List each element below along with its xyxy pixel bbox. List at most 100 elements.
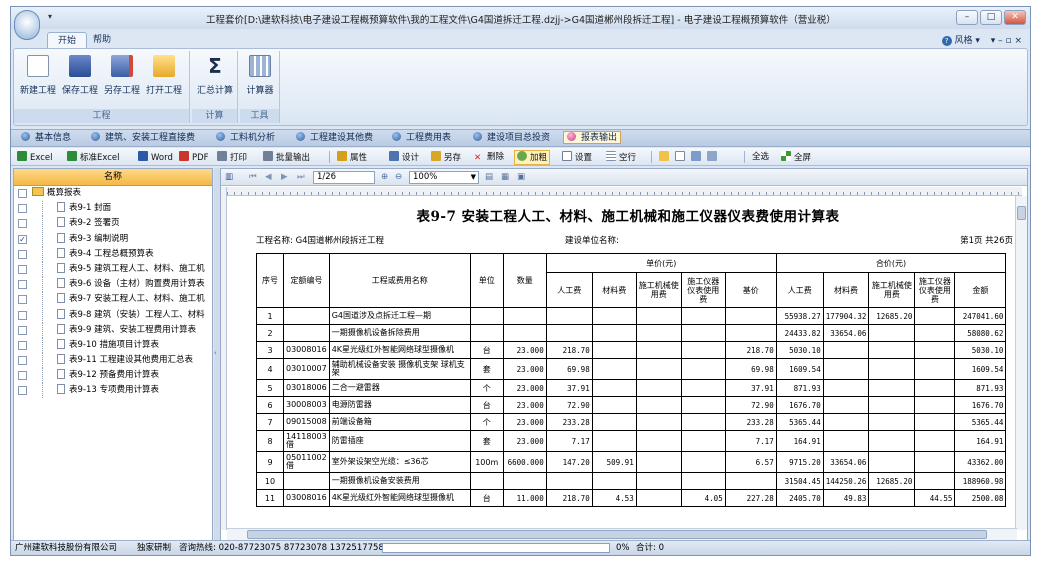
table-cell: 871.93: [775, 379, 824, 397]
new-project-button[interactable]: 新建工程: [18, 55, 58, 96]
checkbox[interactable]: [18, 264, 27, 274]
checkbox[interactable]: ✓: [18, 234, 27, 244]
col-header-base: 基价: [724, 272, 777, 308]
delete-button[interactable]: ✕ 删除: [474, 151, 504, 163]
settings-button[interactable]: 设置: [562, 151, 592, 164]
tab-help[interactable]: 帮助: [83, 32, 121, 49]
scroll-thumb[interactable]: [1017, 206, 1026, 220]
export-pdf-button[interactable]: PDF: [179, 151, 209, 164]
folder-icon: [659, 151, 669, 161]
fullscreen-button[interactable]: 全屏: [781, 151, 811, 164]
save-project-button[interactable]: 保存工程: [60, 55, 100, 96]
checkbox[interactable]: [18, 295, 27, 305]
tree-item[interactable]: 表9-6 设备（主材）购置费用计算表: [14, 277, 212, 293]
tree-root[interactable]: 概算报表: [14, 186, 212, 201]
blank-row-button[interactable]: 空行: [606, 151, 636, 164]
export-word-button[interactable]: Word: [138, 151, 173, 164]
save-as-report-button[interactable]: 另存: [431, 151, 461, 164]
next-page-icon[interactable]: ▶: [281, 171, 288, 183]
zoom-select[interactable]: 100% ▼: [409, 171, 479, 184]
vertical-scrollbar[interactable]: [1015, 196, 1027, 530]
close-button[interactable]: ✕: [1004, 10, 1026, 25]
open-folder-button[interactable]: [659, 151, 672, 164]
tree-item[interactable]: 表9-13 专项费用计算表: [14, 383, 212, 399]
nav-basic-info[interactable]: 基本信息: [21, 132, 71, 145]
checkbox[interactable]: [18, 340, 27, 350]
report-toolbar: Excel 标准Excel Word PDF 打印 批量输出 属性 设计 另存 …: [11, 148, 1030, 166]
horizontal-scrollbar[interactable]: [227, 528, 1017, 540]
properties-button[interactable]: 属性: [337, 151, 367, 164]
export-image-button[interactable]: [707, 151, 720, 164]
select-all-button[interactable]: 全选: [752, 151, 769, 163]
tab-start[interactable]: 开始: [47, 32, 88, 49]
new-page-button[interactable]: [675, 151, 688, 164]
prev-page-icon[interactable]: ◀: [265, 171, 272, 183]
open-project-button[interactable]: 打开工程: [144, 55, 184, 96]
export-standard-excel-button[interactable]: 标准Excel: [67, 151, 120, 164]
checkbox[interactable]: [18, 204, 27, 214]
multi-page-icon[interactable]: ▦: [501, 171, 509, 183]
nav-other-costs[interactable]: 工程建设其他费: [296, 132, 373, 145]
tree-item[interactable]: 表9-10 措施项目计算表: [14, 337, 212, 353]
tree-item[interactable]: 表9-11 工程建设其他费用汇总表: [14, 353, 212, 369]
fit-page-icon[interactable]: ▣: [517, 171, 525, 183]
quick-access-dropdown[interactable]: ▾: [48, 12, 52, 21]
checkbox[interactable]: [18, 280, 27, 290]
page-number-field[interactable]: 1/26: [313, 171, 375, 184]
minimize-button[interactable]: –: [956, 10, 978, 25]
checkbox[interactable]: [18, 189, 27, 198]
tree-item[interactable]: 表9-7 安装工程人工、材料、施工机: [14, 292, 212, 308]
zoom-in-icon[interactable]: ⊕: [381, 171, 388, 183]
help-circle-icon: ?: [941, 36, 952, 46]
style-menu[interactable]: ? 风格 ▾ ▾ – ▫ ×: [941, 33, 1022, 46]
save-as-project-button[interactable]: 另存工程: [102, 55, 142, 96]
checkbox[interactable]: [18, 356, 27, 366]
calculator-button[interactable]: 计算器: [240, 55, 280, 96]
last-page-icon[interactable]: ⏭: [297, 171, 305, 183]
scroll-thumb[interactable]: [247, 530, 987, 539]
summary-calc-button[interactable]: Σ 汇总计算: [195, 55, 235, 96]
nav-total-investment[interactable]: 建设项目总投资: [473, 132, 550, 145]
table-cell: [469, 307, 504, 325]
checkbox[interactable]: [18, 371, 27, 381]
tree-item-label: 表9-4 工程总概预算表: [69, 248, 154, 259]
col-header-unit: 单位: [469, 253, 504, 308]
page-icon: [675, 151, 685, 161]
checkbox[interactable]: [18, 310, 27, 320]
preview-button[interactable]: [691, 151, 704, 164]
nav-direct-cost[interactable]: 建筑、安装工程直接费: [91, 132, 195, 145]
checkbox[interactable]: [18, 325, 27, 335]
first-page-icon[interactable]: ⏮: [249, 171, 257, 183]
ribbon-mini-controls[interactable]: ▾ – ▫ ×: [991, 36, 1022, 46]
progress-bar: [382, 543, 610, 553]
tree-item[interactable]: 表9-8 建筑（安装）工程人工、材料: [14, 307, 212, 323]
tree-item[interactable]: ✓ 表9-3 编制说明: [14, 231, 212, 247]
tree-item[interactable]: 表9-4 工程总概预算表: [14, 246, 212, 262]
checkbox[interactable]: [18, 386, 27, 396]
table-cell: 218.70: [724, 341, 777, 359]
single-page-icon[interactable]: ▤: [485, 171, 493, 183]
table-cell: 30008003: [283, 396, 330, 414]
nav-material-analysis[interactable]: 工料机分析: [216, 132, 275, 145]
maximize-button[interactable]: □: [980, 10, 1002, 25]
checkbox[interactable]: [18, 249, 27, 259]
export-excel-button[interactable]: Excel: [17, 151, 53, 164]
bold-button[interactable]: 加粗: [514, 150, 551, 165]
checkbox[interactable]: [18, 219, 27, 229]
nav-report-output[interactable]: 报表输出: [563, 131, 622, 144]
nav-cost-table[interactable]: 工程费用表: [392, 132, 451, 145]
tree-item[interactable]: 表9-1 封面: [14, 201, 212, 217]
table-cell: 8: [256, 430, 284, 452]
design-button[interactable]: 设计: [389, 151, 419, 164]
zoom-out-icon[interactable]: ⊖: [395, 171, 402, 183]
tree-item[interactable]: 表9-12 预备费用计算表: [14, 368, 212, 384]
horizontal-ruler: [227, 187, 1022, 196]
book-icon[interactable]: ▥: [225, 171, 233, 183]
tree-item[interactable]: 表9-5 建筑工程人工、材料、施工机: [14, 261, 212, 277]
tree-item[interactable]: 表9-2 签署页: [14, 216, 212, 232]
table-cell: [868, 489, 916, 507]
batch-output-button[interactable]: 批量输出: [263, 151, 310, 164]
print-button[interactable]: 打印: [217, 151, 247, 164]
table-cell: 4.05: [680, 489, 726, 507]
tree-item[interactable]: 表9-9 建筑、安装工程费用计算表: [14, 322, 212, 338]
